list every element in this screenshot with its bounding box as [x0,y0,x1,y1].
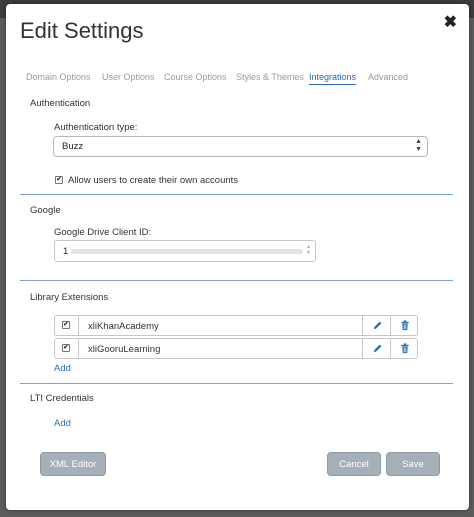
extension-name: xliKhanAcademy [88,321,159,332]
tab-course-options[interactable]: Course Options [164,72,227,82]
authentication-type-select[interactable]: Buzz ▲ ▼ [53,136,428,157]
extension-checkbox-cell: ✔ [55,316,79,335]
close-icon[interactable]: ✖ [444,15,457,31]
google-client-id-label: Google Drive Client ID: [54,227,152,238]
extension-enabled-checkbox[interactable]: ✔ [62,344,70,352]
extension-enabled-checkbox[interactable]: ✔ [62,321,70,329]
authentication-type-value: Buzz [62,141,84,152]
tab-advanced[interactable]: Advanced [368,72,408,82]
tab-domain-options[interactable]: Domain Options [26,72,91,82]
section-divider [20,383,453,384]
dialog-title: Edit Settings [20,18,144,43]
section-title-library-extensions: Library Extensions [30,292,109,303]
section-divider [20,194,453,195]
extension-row: ✔ xliKhanAcademy [54,315,418,336]
edit-extension-button[interactable] [362,316,391,335]
delete-extension-button[interactable] [390,339,419,358]
edit-settings-dialog: Edit Settings ✖ Domain Options User Opti… [6,4,469,510]
tab-user-options[interactable]: User Options [102,72,155,82]
redacted-value [71,249,303,254]
extension-row: ✔ xliGooruLearning [54,338,418,359]
google-client-id-value: 1 [63,246,69,257]
edit-extension-button[interactable] [362,339,391,358]
tab-styles-themes[interactable]: Styles & Themes [236,72,304,82]
extension-checkbox-cell: ✔ [55,339,79,358]
add-lti-credential-link[interactable]: Add [54,418,71,429]
allow-accounts-checkbox[interactable]: ✔ [55,176,63,184]
section-title-authentication: Authentication [30,98,91,109]
trash-icon [401,343,409,354]
save-button[interactable]: Save [386,452,440,476]
add-library-extension-link[interactable]: Add [54,363,71,374]
pencil-icon [373,321,381,330]
pencil-icon [373,344,381,353]
trash-icon [401,320,409,331]
section-divider [20,280,453,281]
tab-integrations[interactable]: Integrations [309,72,357,85]
delete-extension-button[interactable] [390,316,419,335]
google-client-id-input[interactable]: 1 ▲ ▼ [54,240,316,262]
stepper-icon: ▲ ▼ [306,244,311,256]
chevron-up-down-icon: ▲ ▼ [415,138,422,153]
authentication-type-label: Authentication type: [54,122,138,133]
xml-editor-button[interactable]: XML Editor [40,452,106,476]
extension-name: xliGooruLearning [88,344,161,355]
section-title-lti-credentials: LTI Credentials [30,393,94,404]
cancel-button[interactable]: Cancel [327,452,381,476]
section-title-google: Google [30,205,61,216]
allow-accounts-label: Allow users to create their own accounts [68,175,239,186]
